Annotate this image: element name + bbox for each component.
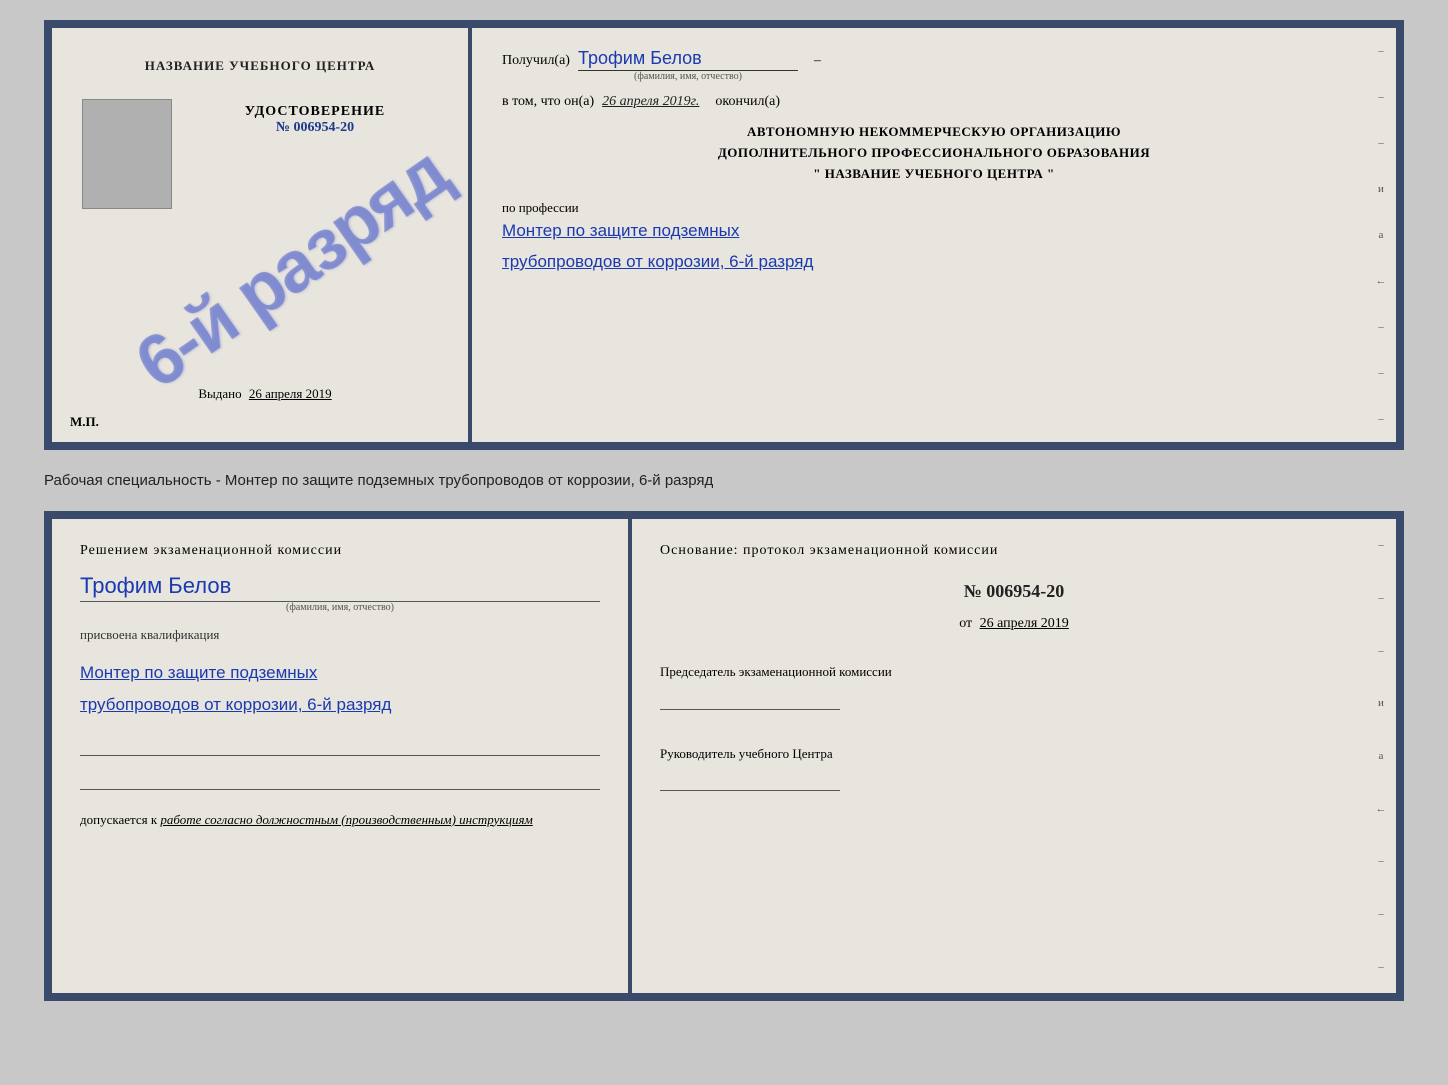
org-block: АВТОНОМНУЮ НЕКОММЕРЧЕСКУЮ ОРГАНИЗАЦИЮ ДО… — [502, 122, 1366, 184]
diploma-right-panel: Получил(а) Трофим Белов (фамилия, имя, о… — [472, 28, 1396, 442]
bottom-fio-block: Трофим Белов (фамилия, имя, отчество) — [80, 573, 600, 613]
bottom-container: Решением экзаменационной комиссии Трофим… — [44, 511, 1404, 1001]
diploma-nomer: № 006954-20 — [245, 120, 385, 136]
po-professii-label: по профессии — [502, 200, 1366, 216]
professiya-value: Монтер по защите подземных трубопроводов… — [502, 216, 1366, 277]
dopuskaetsya-block: допускается к работе согласно должностны… — [80, 812, 600, 828]
vtom-date: 26 апреля 2019г. — [602, 94, 699, 110]
diploma-top: НАЗВАНИЕ УЧЕБНОГО ЦЕНТРА УДОСТОВЕРЕНИЕ №… — [44, 20, 1404, 450]
udostoverenie-block: УДОСТОВЕРЕНИЕ № 006954-20 — [245, 104, 385, 136]
center-title-top: НАЗВАНИЕ УЧЕБНОГО ЦЕНТРА — [145, 58, 376, 74]
rukovoditel-sign-line — [660, 767, 840, 791]
blank-line-2 — [80, 770, 600, 790]
kvalifikatsiya-value: Монтер по защите подземных трубопроводов… — [80, 657, 600, 722]
bottom-fio-hint: (фамилия, имя, отчество) — [80, 602, 600, 613]
vydano-label: Выдано — [198, 386, 241, 401]
specialnost-text: Рабочая специальность - Монтер по защите… — [44, 466, 1404, 495]
osnovanie-text: Основание: протокол экзаменационной коми… — [660, 543, 1368, 559]
mp-label: М.П. — [70, 414, 99, 430]
okonchil-label: окончил(а) — [715, 94, 780, 110]
vydano-date: 26 апреля 2019 — [249, 386, 332, 401]
vydano-block: Выдано 26 апреля 2019 — [188, 386, 331, 432]
poluchil-label: Получил(а) — [502, 53, 570, 69]
right-margin-lines-top: – – – и а ← – – – — [1366, 28, 1396, 442]
udostoverenie-label: УДОСТОВЕРЕНИЕ — [245, 104, 385, 120]
dopuskaetsya-value: работе согласно должностным (производств… — [160, 812, 532, 827]
poluchil-row: Получил(а) Трофим Белов (фамилия, имя, о… — [502, 48, 1366, 82]
prisvoena-text: присвоена квалификация — [80, 627, 600, 643]
photo-placeholder — [82, 99, 172, 209]
dopuskaetsya-label: допускается к — [80, 812, 157, 827]
bottom-left-panel: Решением экзаменационной комиссии Трофим… — [52, 519, 632, 993]
right-margin-lines-bottom: – – – и а ← – – – — [1366, 519, 1396, 993]
predsedatel-block: Председатель экзаменационной комиссии — [660, 662, 1368, 710]
resheniem-text: Решением экзаменационной комиссии — [80, 543, 600, 559]
ot-date: от 26 апреля 2019 — [660, 616, 1368, 632]
blank-line-1 — [80, 736, 600, 756]
bottom-right-panel: Основание: протокол экзаменационной коми… — [632, 519, 1396, 993]
rukovoditel-text: Руководитель учебного Центра — [660, 744, 1368, 764]
bottom-fio: Трофим Белов — [80, 573, 600, 602]
specialnost-label: Рабочая специальность - Монтер по защите… — [44, 472, 713, 489]
protocol-number: № 006954-20 — [660, 581, 1368, 602]
page-wrapper: НАЗВАНИЕ УЧЕБНОГО ЦЕНТРА УДОСТОВЕРЕНИЕ №… — [0, 0, 1448, 1085]
predsedatel-text: Председатель экзаменационной комиссии — [660, 662, 1368, 682]
predsedatel-sign-line — [660, 686, 840, 710]
vtom-row: в том, что он(а) 26 апреля 2019г. окончи… — [502, 94, 1366, 110]
kvalifikatsiya-line2: трубопроводов от коррозии, 6-й разряд — [80, 695, 391, 714]
ot-date-value: 26 апреля 2019 — [980, 616, 1069, 631]
dash-top: – — [814, 53, 821, 69]
ot-label: от — [959, 616, 972, 631]
po-professii: по профессии Монтер по защите подземных … — [502, 196, 1366, 277]
diploma-left-panel: НАЗВАНИЕ УЧЕБНОГО ЦЕНТРА УДОСТОВЕРЕНИЕ №… — [52, 28, 472, 442]
org-line2: ДОПОЛНИТЕЛЬНОГО ПРОФЕССИОНАЛЬНОГО ОБРАЗО… — [502, 143, 1366, 164]
poluchil-name: Трофим Белов — [578, 48, 798, 71]
org-line1: АВТОНОМНУЮ НЕКОММЕРЧЕСКУЮ ОРГАНИЗАЦИЮ — [502, 122, 1366, 143]
professiya-line2: трубопроводов от коррозии, 6-й разряд — [502, 252, 813, 271]
fio-hint-top: (фамилия, имя, отчество) — [578, 71, 798, 82]
org-line3: " НАЗВАНИЕ УЧЕБНОГО ЦЕНТРА " — [502, 164, 1366, 185]
rukovoditel-block: Руководитель учебного Центра — [660, 744, 1368, 792]
vtom-label: в том, что он(а) — [502, 94, 594, 110]
